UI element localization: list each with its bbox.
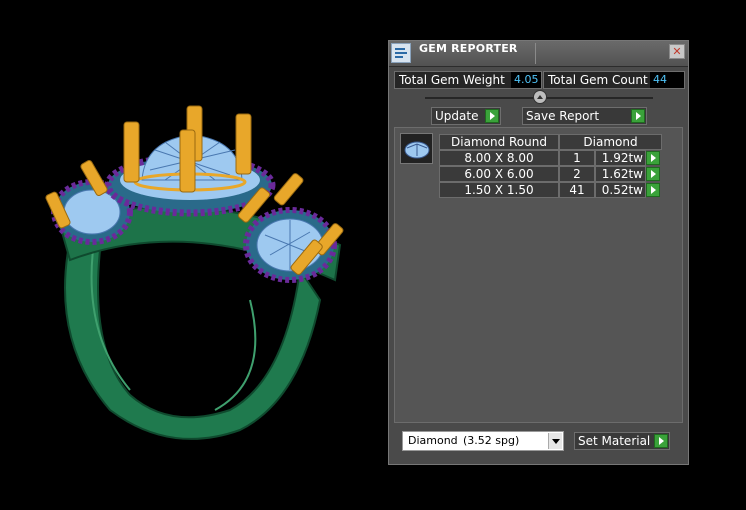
total-gem-weight-value: 4.05: [511, 72, 541, 88]
update-button[interactable]: Update: [431, 107, 501, 125]
row-count: 41: [559, 182, 595, 198]
play-icon: [631, 109, 645, 123]
material-select[interactable]: Diamond (3.52 spg): [402, 431, 564, 451]
play-icon[interactable]: [646, 183, 660, 197]
ring-model: [45, 105, 344, 440]
header-material: Diamond: [559, 134, 662, 150]
set-material-label: Set Material: [578, 434, 651, 448]
save-report-button[interactable]: Save Report: [522, 107, 647, 125]
gem-list: Diamond Round Diamond 8.00 X 8.00 1 1.92…: [394, 127, 683, 423]
round-gem-thumbnail[interactable]: [400, 133, 433, 164]
total-gem-count: Total Gem Count 44: [543, 71, 685, 89]
row-count: 1: [559, 150, 595, 166]
row-size: 8.00 X 8.00: [439, 150, 559, 166]
row-weight: 0.52tw: [595, 182, 646, 198]
total-gem-count-value: 44: [650, 72, 684, 88]
play-icon[interactable]: [646, 151, 660, 165]
material-name: Diamond: [408, 434, 458, 447]
total-gem-weight-label: Total Gem Weight: [399, 73, 505, 87]
header-shape: Diamond Round: [439, 134, 559, 150]
set-material-button[interactable]: Set Material: [574, 432, 670, 450]
gem-reporter-panel: GEM REPORTER ✕ Total Gem Weight 4.05 Tot…: [388, 40, 689, 465]
total-gem-count-label: Total Gem Count: [548, 73, 648, 87]
update-label: Update: [435, 109, 479, 123]
row-size: 6.00 X 6.00: [439, 166, 559, 182]
play-icon: [485, 109, 499, 123]
play-icon: [654, 434, 668, 448]
close-icon[interactable]: ✕: [669, 44, 685, 59]
panel-titlebar[interactable]: GEM REPORTER ✕: [389, 41, 688, 67]
play-icon[interactable]: [646, 167, 660, 181]
row-count: 2: [559, 166, 595, 182]
row-weight: 1.62tw: [595, 166, 646, 182]
3d-viewport[interactable]: [0, 0, 390, 510]
material-spg: (3.52 spg): [463, 434, 520, 447]
slider-handle[interactable]: [533, 90, 547, 104]
save-report-label: Save Report: [526, 109, 600, 123]
chevron-down-icon[interactable]: [548, 433, 562, 449]
total-gem-weight: Total Gem Weight 4.05: [394, 71, 542, 89]
gem-reporter-icon: [391, 43, 411, 63]
title-divider: [535, 43, 536, 64]
row-weight: 1.92tw: [595, 150, 646, 166]
row-size: 1.50 X 1.50: [439, 182, 559, 198]
panel-title: GEM REPORTER: [419, 42, 518, 55]
